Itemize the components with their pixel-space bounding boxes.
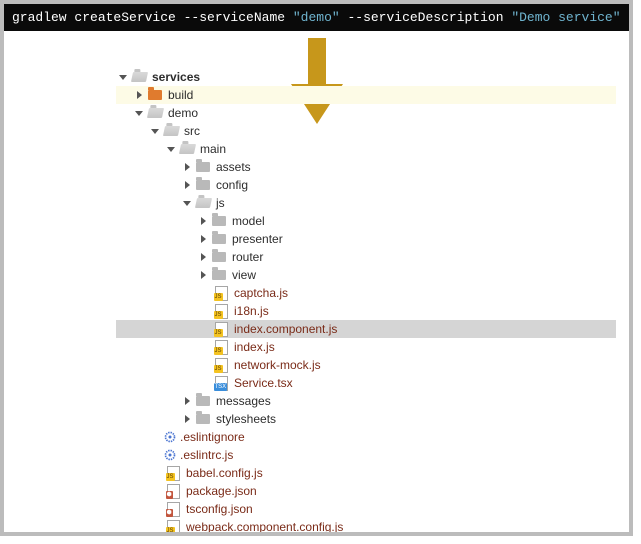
terminal-arg-servicename: "demo" — [293, 10, 340, 25]
tree-file-eslintignore[interactable]: .eslintignore — [116, 428, 629, 446]
tree-node-messages[interactable]: messages — [116, 392, 629, 410]
tree-node-view[interactable]: view — [116, 266, 629, 284]
folder-icon — [194, 410, 212, 428]
tree-label: captcha.js — [234, 284, 288, 302]
chevron-down-icon[interactable] — [132, 104, 146, 122]
tree-node-assets[interactable]: assets — [116, 158, 629, 176]
tree-file-eslintrc[interactable]: .eslintrc.js — [116, 446, 629, 464]
folder-build-icon — [146, 86, 164, 104]
tree-label: assets — [216, 158, 251, 176]
tree-label: index.js — [234, 338, 275, 356]
js-file-icon: JS — [212, 356, 230, 374]
tree-label: presenter — [232, 230, 283, 248]
chevron-right-icon[interactable] — [180, 392, 194, 410]
tree-label: main — [200, 140, 226, 158]
tree-file-package-json[interactable]: ⬢ package.json — [116, 482, 629, 500]
chevron-right-icon[interactable] — [132, 86, 146, 104]
file-tree[interactable]: services build demo src main — [116, 68, 629, 536]
tree-label: src — [184, 122, 200, 140]
tree-label: model — [232, 212, 265, 230]
terminal-flag-desc: --serviceDescription — [340, 10, 512, 25]
tree-label: build — [168, 86, 193, 104]
tree-node-js[interactable]: js — [116, 194, 629, 212]
folder-icon — [210, 230, 228, 248]
tree-node-model[interactable]: model — [116, 212, 629, 230]
folder-icon — [210, 212, 228, 230]
tree-label: index.component.js — [234, 320, 337, 338]
tree-label: .eslintignore — [180, 428, 245, 446]
package-json-icon: ⬢ — [164, 482, 182, 500]
tree-node-services[interactable]: services — [116, 68, 629, 86]
folder-open-icon — [178, 140, 196, 158]
chevron-down-icon[interactable] — [180, 194, 194, 212]
tree-label: messages — [216, 392, 271, 410]
tree-file-network-mock[interactable]: JS network-mock.js — [116, 356, 629, 374]
tree-node-main[interactable]: main — [116, 140, 629, 158]
tree-label: package.json — [186, 482, 257, 500]
tree-node-build[interactable]: build — [116, 86, 616, 104]
terminal-command: gradlew createService --serviceName — [12, 10, 293, 25]
folder-icon — [210, 248, 228, 266]
js-file-icon: JS — [212, 320, 230, 338]
chevron-right-icon[interactable] — [196, 230, 210, 248]
tree-label: router — [232, 248, 263, 266]
folder-open-icon — [146, 104, 164, 122]
tree-file-webpack-component[interactable]: JS webpack.component.config.js — [116, 518, 629, 536]
folder-icon — [194, 176, 212, 194]
chevron-right-icon[interactable] — [180, 410, 194, 428]
tree-file-index[interactable]: JS index.js — [116, 338, 629, 356]
tree-file-i18n[interactable]: JS i18n.js — [116, 302, 629, 320]
chevron-right-icon[interactable] — [196, 212, 210, 230]
tree-file-captcha[interactable]: JS captcha.js — [116, 284, 629, 302]
js-file-icon: JS — [164, 518, 182, 536]
tree-node-src[interactable]: src — [116, 122, 629, 140]
tree-label: tsconfig.json — [186, 500, 253, 518]
tree-label: js — [216, 194, 225, 212]
folder-icon — [194, 158, 212, 176]
chevron-right-icon[interactable] — [196, 248, 210, 266]
chevron-right-icon[interactable] — [180, 176, 194, 194]
folder-open-icon — [194, 194, 212, 212]
folder-open-icon — [162, 122, 180, 140]
tree-node-config[interactable]: config — [116, 176, 629, 194]
tree-label: demo — [168, 104, 198, 122]
chevron-down-icon[interactable] — [148, 122, 162, 140]
tsx-file-icon: TSX — [212, 374, 230, 392]
tree-node-presenter[interactable]: presenter — [116, 230, 629, 248]
terminal-arg-description: "Demo service" — [511, 10, 620, 25]
screenshot-frame: gradlew createService --serviceName "dem… — [0, 0, 633, 536]
tree-label: webpack.component.config.js — [186, 518, 343, 536]
tree-label: .eslintrc.js — [180, 446, 233, 464]
chevron-down-icon[interactable] — [164, 140, 178, 158]
tree-label: stylesheets — [216, 410, 276, 428]
tree-node-router[interactable]: router — [116, 248, 629, 266]
gear-icon — [164, 449, 176, 461]
chevron-down-icon[interactable] — [116, 68, 130, 86]
tree-file-service-tsx[interactable]: TSX Service.tsx — [116, 374, 629, 392]
js-file-icon: JS — [212, 338, 230, 356]
tree-label: network-mock.js — [234, 356, 321, 374]
tree-label: i18n.js — [234, 302, 269, 320]
tree-file-babel-config[interactable]: JS babel.config.js — [116, 464, 629, 482]
terminal-bar: gradlew createService --serviceName "dem… — [4, 4, 629, 31]
chevron-right-icon[interactable] — [180, 158, 194, 176]
gear-icon — [164, 431, 176, 443]
tree-node-demo[interactable]: demo — [116, 104, 629, 122]
tree-file-index-component[interactable]: JS index.component.js — [116, 320, 616, 338]
folder-icon — [194, 392, 212, 410]
folder-open-icon — [130, 68, 148, 86]
folder-icon — [210, 266, 228, 284]
js-file-icon: JS — [164, 464, 182, 482]
js-file-icon: JS — [212, 284, 230, 302]
tree-label: view — [232, 266, 256, 284]
tsconfig-icon: ⬢ — [164, 500, 182, 518]
tree-node-stylesheets[interactable]: stylesheets — [116, 410, 629, 428]
chevron-right-icon[interactable] — [196, 266, 210, 284]
tree-file-tsconfig[interactable]: ⬢ tsconfig.json — [116, 500, 629, 518]
js-file-icon: JS — [212, 302, 230, 320]
tree-label: services — [152, 68, 200, 86]
tree-label: Service.tsx — [234, 374, 293, 392]
tree-label: config — [216, 176, 248, 194]
tree-label: babel.config.js — [186, 464, 263, 482]
